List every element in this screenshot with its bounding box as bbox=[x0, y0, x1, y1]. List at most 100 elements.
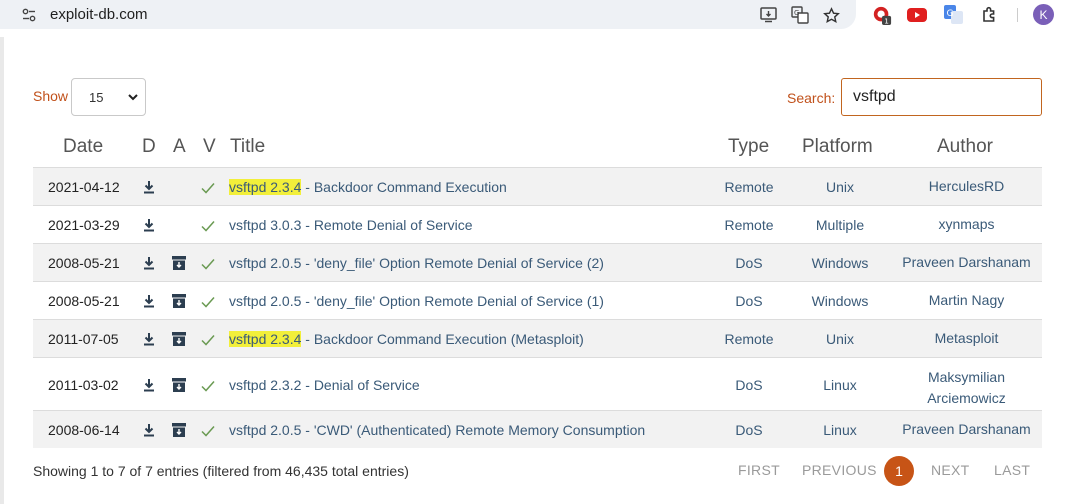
verified-check-icon bbox=[201, 257, 215, 270]
column-header-title[interactable]: Title bbox=[230, 136, 265, 158]
verified-check-icon bbox=[201, 295, 215, 308]
exploit-title-link[interactable]: vsftpd 2.0.5 - 'CWD' (Authenticated) Rem… bbox=[229, 422, 645, 438]
row-author-link[interactable]: HerculesRD bbox=[893, 176, 1040, 197]
site-settings-icon[interactable] bbox=[22, 8, 36, 22]
table-row: 2021-03-29 vsftpd 3.0.3 - Remote Denial o… bbox=[33, 205, 1042, 243]
table-row: 2021-04-12 vsftpd 2.3.4 - Backdoor Comman… bbox=[33, 167, 1042, 205]
entries-per-page-value: 15 bbox=[89, 90, 104, 105]
row-platform-link[interactable]: Windows bbox=[785, 293, 895, 309]
browser-toolbar: exploit-db.com G 1 G K bbox=[0, 0, 1065, 30]
profile-avatar[interactable]: K bbox=[1033, 4, 1054, 25]
download-icon[interactable] bbox=[143, 423, 155, 437]
address-bar[interactable]: exploit-db.com G bbox=[0, 0, 856, 29]
verified-check-icon bbox=[201, 333, 215, 346]
pagination-last[interactable]: LAST bbox=[994, 462, 1030, 478]
vulnerable-app-download-icon[interactable] bbox=[172, 423, 186, 437]
download-icon[interactable] bbox=[143, 180, 155, 194]
column-header-date[interactable]: Date bbox=[63, 136, 103, 158]
svg-text:G: G bbox=[947, 9, 954, 19]
translate-icon[interactable]: G bbox=[791, 6, 809, 24]
download-icon[interactable] bbox=[143, 294, 155, 308]
column-header-type[interactable]: Type bbox=[728, 136, 769, 158]
exploit-title-link[interactable]: vsftpd 2.0.5 - 'deny_file' Option Remote… bbox=[229, 293, 604, 309]
row-date: 2008-05-21 bbox=[48, 255, 120, 271]
svg-text:1: 1 bbox=[884, 17, 889, 26]
exploit-title-text: - Backdoor Command Execution bbox=[301, 179, 507, 195]
pagination-current-page[interactable]: 1 bbox=[884, 456, 914, 486]
show-entries-label: Show bbox=[33, 88, 69, 104]
row-author-link[interactable]: Praveen Darshanam bbox=[893, 419, 1040, 440]
row-date: 2021-03-29 bbox=[48, 217, 120, 233]
vulnerable-app-download-icon[interactable] bbox=[172, 256, 186, 270]
svg-text:G: G bbox=[794, 9, 799, 17]
row-author-link[interactable]: Martin Nagy bbox=[893, 290, 1040, 311]
extension-red-icon[interactable]: 1 bbox=[872, 5, 892, 26]
row-platform-link[interactable]: Multiple bbox=[785, 217, 895, 233]
vulnerable-app-download-icon[interactable] bbox=[172, 332, 186, 346]
exploit-title-text: vsftpd 2.0.5 - 'deny_file' Option Remote… bbox=[229, 293, 604, 309]
row-platform-link[interactable]: Unix bbox=[785, 179, 895, 195]
column-header-platform[interactable]: Platform bbox=[802, 136, 873, 158]
download-icon[interactable] bbox=[143, 378, 155, 392]
exploit-title-text: - Backdoor Command Execution (Metasploit… bbox=[301, 331, 584, 347]
column-header-application[interactable]: A bbox=[173, 136, 186, 158]
table-row: 2011-03-02 vsftpd 2.3.2 - Denial of Servi… bbox=[33, 357, 1042, 410]
youtube-extension-icon[interactable] bbox=[907, 5, 927, 25]
row-author-link[interactable]: Maksymilian Arciemowicz bbox=[893, 367, 1040, 409]
row-author-link[interactable]: Praveen Darshanam bbox=[893, 252, 1040, 273]
extensions-puzzle-icon[interactable] bbox=[980, 5, 1000, 25]
row-platform-link[interactable]: Linux bbox=[785, 377, 895, 393]
vulnerable-app-download-icon[interactable] bbox=[172, 294, 186, 308]
bookmark-star-icon[interactable] bbox=[822, 6, 840, 24]
page-left-edge bbox=[0, 37, 4, 504]
column-header-author[interactable]: Author bbox=[937, 136, 993, 158]
table-row: 2011-07-05 vsftpd 2.3.4 - Backdoor Comman… bbox=[33, 319, 1042, 357]
download-icon[interactable] bbox=[143, 218, 155, 232]
search-match-highlight: vsftpd 2.3.4 bbox=[229, 179, 302, 195]
search-input[interactable]: vsftpd bbox=[841, 78, 1042, 116]
column-header-verified[interactable]: V bbox=[203, 136, 216, 158]
exploit-title-text: vsftpd 2.3.2 - Denial of Service bbox=[229, 377, 420, 393]
verified-check-icon bbox=[201, 181, 215, 194]
verified-check-icon bbox=[201, 424, 215, 437]
row-date: 2008-05-21 bbox=[48, 293, 120, 309]
entries-per-page-select[interactable]: 15 bbox=[71, 78, 146, 116]
row-date: 2008-06-14 bbox=[48, 422, 120, 438]
exploit-title-link[interactable]: vsftpd 2.3.2 - Denial of Service bbox=[229, 377, 420, 393]
exploit-title-link[interactable]: vsftpd 2.3.4 - Backdoor Command Executio… bbox=[229, 179, 507, 195]
column-header-download[interactable]: D bbox=[142, 136, 156, 158]
verified-check-icon bbox=[201, 219, 215, 232]
verified-check-icon bbox=[201, 379, 215, 392]
row-date: 2011-03-02 bbox=[48, 377, 119, 393]
row-author-link[interactable]: xynmaps bbox=[893, 214, 1040, 235]
exploit-title-link[interactable]: vsftpd 2.0.5 - 'deny_file' Option Remote… bbox=[229, 255, 604, 271]
row-author-link[interactable]: Metasploit bbox=[893, 328, 1040, 349]
table-info-text: Showing 1 to 7 of 7 entries (filtered fr… bbox=[33, 463, 409, 479]
row-date: 2021-04-12 bbox=[48, 179, 120, 195]
exploit-title-text: vsftpd 2.0.5 - 'CWD' (Authenticated) Rem… bbox=[229, 422, 646, 438]
pagination-previous[interactable]: PREVIOUS bbox=[802, 462, 877, 478]
search-input-value[interactable]: vsftpd bbox=[853, 88, 896, 106]
table-row: 2008-05-21 vsftpd 2.0.5 - 'deny_file' Opt… bbox=[33, 243, 1042, 281]
row-date: 2011-07-05 bbox=[48, 331, 119, 347]
download-icon[interactable] bbox=[143, 256, 155, 270]
url-text[interactable]: exploit-db.com bbox=[50, 6, 148, 23]
author-line: Maksymilian bbox=[927, 369, 1005, 385]
row-platform-link[interactable]: Linux bbox=[785, 422, 895, 438]
pagination-next[interactable]: NEXT bbox=[931, 462, 970, 478]
chevron-down-icon bbox=[128, 94, 138, 101]
search-match-highlight: vsftpd 2.3.4 bbox=[229, 331, 302, 347]
row-platform-link[interactable]: Unix bbox=[785, 331, 895, 347]
table-row: 2008-05-21 vsftpd 2.0.5 - 'deny_file' Opt… bbox=[33, 281, 1042, 319]
exploit-title-link[interactable]: vsftpd 3.0.3 - Remote Denial of Service bbox=[229, 217, 473, 233]
install-app-icon[interactable] bbox=[760, 6, 778, 24]
table-row: 2008-06-14 vsftpd 2.0.5 - 'CWD' (Authenti… bbox=[33, 410, 1042, 448]
vulnerable-app-download-icon[interactable] bbox=[172, 378, 186, 392]
exploit-title-text: vsftpd 2.0.5 - 'deny_file' Option Remote… bbox=[229, 255, 604, 271]
exploit-title-link[interactable]: vsftpd 2.3.4 - Backdoor Command Executio… bbox=[229, 331, 584, 347]
exploit-title-text: vsftpd 3.0.3 - Remote Denial of Service bbox=[229, 217, 473, 233]
download-icon[interactable] bbox=[143, 332, 155, 346]
pagination-first[interactable]: FIRST bbox=[738, 462, 780, 478]
google-translate-extension-icon[interactable]: G bbox=[944, 5, 964, 25]
row-platform-link[interactable]: Windows bbox=[785, 255, 895, 271]
